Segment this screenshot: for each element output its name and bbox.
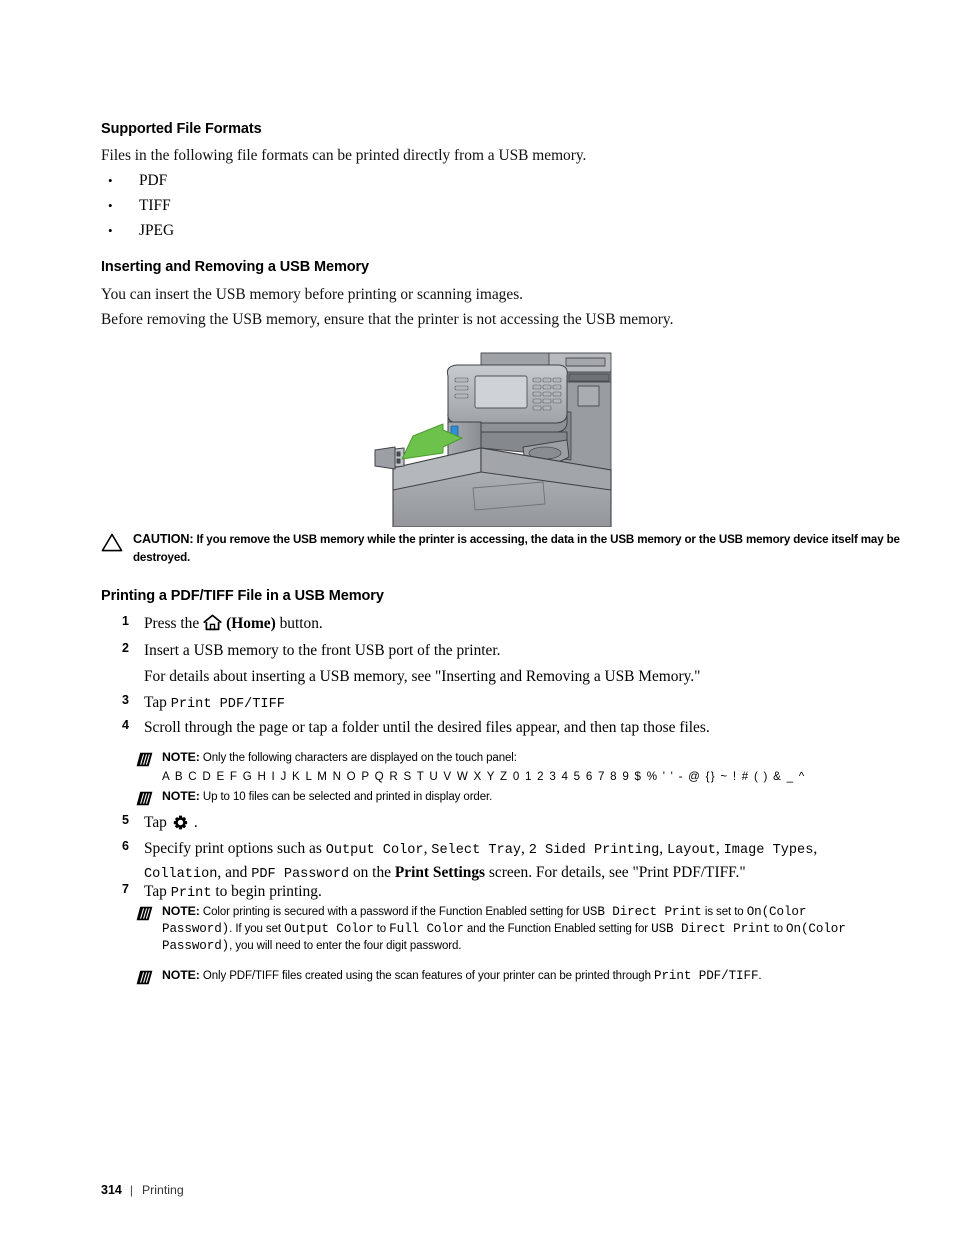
ui-literal-output-color: Output Color (325, 843, 424, 858)
caution-label: CAUTION: (133, 532, 194, 546)
step-text: Tap. (144, 812, 198, 836)
step-1-home-label: (Home) (226, 615, 276, 632)
step-5-post: . (193, 814, 198, 831)
printer-usb-insertion-illustration (373, 352, 613, 528)
step-2-line-2: For details about inserting a USB memory… (144, 668, 701, 685)
note-text: NOTE: Color printing is secured with a p… (162, 903, 874, 955)
step-6-seg-1: Specify print options such as (144, 840, 326, 857)
step-2-line-1: Insert a USB memory to the front USB por… (144, 642, 501, 659)
step-1-pre: Press the (144, 615, 200, 632)
ui-literal-image-types: Image Types (723, 843, 814, 858)
usb-paragraph-1: You can insert the USB memory before pri… (101, 286, 524, 303)
note-label: NOTE: (162, 750, 200, 764)
step-6-seg-8: on the (349, 864, 395, 881)
bullet-glyph: • (108, 198, 113, 213)
step-text: Insert a USB memory to the front USB por… (144, 640, 884, 687)
note-seg-3: . If you set (229, 923, 285, 935)
step-1-post: button. (275, 615, 323, 632)
ui-literal-select-tray: Select Tray (431, 843, 522, 858)
step-text: Specify print options such as Output Col… (144, 838, 879, 886)
step-number: 3 (122, 693, 129, 707)
step-text: Tap Print PDF/TIFF (144, 692, 285, 715)
home-icon (203, 614, 222, 637)
bullet-glyph: • (108, 223, 113, 238)
warning-triangle-icon (101, 533, 123, 552)
document-page: Supported File Formats Files in the foll… (0, 0, 954, 1235)
list-item-label: TIFF (139, 197, 171, 214)
step-number: 6 (122, 839, 129, 853)
note-seg-1: Color printing is secured with a passwor… (199, 906, 583, 918)
step-number: 4 (122, 718, 129, 732)
ui-literal-print: Print (170, 886, 212, 901)
note-pencil-icon (136, 752, 153, 767)
ui-literal-pdf-password: PDF Password (251, 867, 350, 882)
bullet-glyph: • (108, 173, 113, 188)
step-6-seg-9: screen. For details, see "Print PDF/TIFF… (485, 864, 746, 881)
step-text: Press the (Home) button. (144, 613, 323, 637)
note-body: Only the following characters are displa… (199, 752, 517, 764)
step-number: 2 (122, 641, 129, 655)
step-5-pre: Tap (144, 814, 167, 831)
gear-icon (173, 815, 188, 836)
step-3-pre: Tap (144, 694, 171, 711)
screen-name-print-settings: Print Settings (394, 864, 486, 881)
step-text: Tap Print to begin printing. (144, 881, 322, 904)
ui-literal-print-pdf-tiff: Print PDF/TIFF (170, 697, 285, 712)
step-6-seg-4: , (659, 840, 667, 857)
step-6-seg-5: , (715, 840, 724, 857)
note-text: NOTE: Up to 10 files can be selected and… (162, 788, 822, 806)
step-text: Scroll through the page or tap a folder … (144, 719, 710, 736)
ui-literal-2-sided-printing: 2 Sided Printing (528, 843, 660, 858)
list-item-label: JPEG (139, 222, 175, 239)
ui-literal-usb-direct-print: USB Direct Print (651, 922, 771, 936)
heading-printing-pdf-tiff-file: Printing a PDF/TIFF File in a USB Memory (101, 588, 384, 604)
page-number: 314 (101, 1183, 122, 1197)
caution-body: If you remove the USB memory while the p… (133, 533, 900, 564)
step-6-seg-6: , (813, 840, 818, 857)
note-text: NOTE: Only PDF/TIFF files created using … (162, 967, 877, 985)
ui-literal-full-color: Full Color (389, 922, 464, 936)
ui-literal-layout: Layout (666, 843, 716, 858)
footer-section-label: Printing (141, 1183, 184, 1197)
note-pencil-icon (136, 970, 153, 985)
ui-literal-usb-direct-print: USB Direct Print (582, 905, 702, 919)
footer-separator: | (129, 1183, 133, 1197)
supported-character-set: A B C D E F G H I J K L M N O P Q R S T … (162, 769, 806, 783)
note-seg-2: is set to (701, 906, 747, 918)
ui-literal-output-color: Output Color (284, 922, 374, 936)
step-6-seg-3: , (521, 840, 529, 857)
page-footer: 314 | Printing (101, 1181, 184, 1199)
step-number: 5 (122, 813, 129, 827)
step-number: 1 (122, 614, 129, 628)
note-seg-7: , you will need to enter the four digit … (229, 940, 462, 952)
note-seg-2: . (758, 970, 762, 982)
step-7-post: to begin printing. (211, 883, 322, 900)
supported-formats-intro: Files in the following file formats can … (101, 147, 587, 164)
note-body: Up to 10 files can be selected and print… (199, 791, 493, 803)
heading-inserting-removing-usb-memory: Inserting and Removing a USB Memory (101, 259, 370, 275)
caution-text: CAUTION: If you remove the USB memory wh… (133, 531, 933, 566)
note-seg-1: Only PDF/TIFF files created using the sc… (199, 970, 654, 982)
usb-paragraph-2: Before removing the USB memory, ensure t… (101, 311, 674, 328)
note-pencil-icon (136, 791, 153, 806)
step-number: 7 (122, 882, 129, 896)
ui-literal-collation: Collation (144, 867, 218, 882)
note-pencil-icon (136, 906, 153, 921)
note-label: NOTE: (162, 968, 200, 982)
list-item-label: PDF (139, 172, 168, 189)
note-seg-5: and the Function Enabled setting for (463, 923, 652, 935)
note-label: NOTE: (162, 789, 200, 803)
note-text: NOTE: Only the following characters are … (162, 749, 822, 785)
note-seg-6: to (770, 923, 787, 935)
step-6-seg-7: , and (217, 864, 252, 881)
heading-supported-file-formats: Supported File Formats (101, 121, 262, 137)
ui-literal-print-pdf-tiff: Print PDF/TIFF (654, 969, 759, 983)
step-7-pre: Tap (144, 883, 171, 900)
note-label: NOTE: (162, 904, 200, 918)
note-seg-4: to (373, 923, 390, 935)
